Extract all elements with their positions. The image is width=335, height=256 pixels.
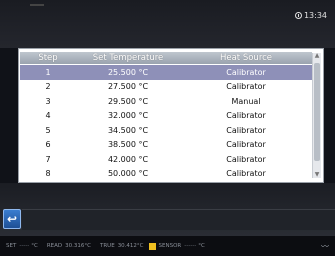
table-row[interactable]: 5 34.500 °C Calibrator — [20, 123, 312, 138]
back-arrow-icon: ↩ — [6, 212, 18, 226]
status-true-label: TRUE — [100, 243, 115, 249]
status-bar: SET ----- °C READ 30.316°C TRUE 30.412°C… — [0, 236, 335, 256]
status-read-value: 30.316°C — [65, 243, 91, 249]
cell-heat-source: Calibrator — [226, 111, 266, 121]
cell-step: 4 — [45, 111, 51, 121]
table-row[interactable]: 3 29.500 °C Manual — [20, 94, 312, 109]
navigation-area: ↩ — [0, 183, 335, 236]
table-header: Step Set Temperature Heat Source — [20, 52, 312, 64]
clock-time: 13:34 — [303, 11, 327, 20]
cell-step: 1 — [45, 67, 51, 77]
sensor-indicator — [148, 242, 156, 250]
clock-icon — [294, 12, 302, 19]
status-set-label: SET — [6, 243, 17, 249]
back-button[interactable]: ↩ — [3, 209, 21, 229]
vertical-scrollbar[interactable]: ▲ ▼ — [312, 53, 321, 178]
cell-heat-source: Calibrator — [226, 82, 266, 92]
top-indicator — [30, 4, 44, 6]
cell-heat-source: Calibrator — [226, 169, 266, 179]
cell-set-temperature: 38.500 °C — [107, 140, 149, 150]
cell-set-temperature: 34.500 °C — [107, 125, 149, 135]
cell-step: 2 — [45, 82, 51, 92]
table-row[interactable]: 7 42.000 °C Calibrator — [20, 152, 312, 167]
column-header-set-temperature[interactable]: Set Temperature — [76, 53, 180, 63]
signal-icon: 〰 — [321, 241, 329, 251]
cell-step: 7 — [45, 154, 51, 164]
cell-step: 3 — [45, 96, 51, 106]
column-header-heat-source[interactable]: Heat Source — [180, 53, 312, 63]
top-bar: 13:34 — [0, 0, 335, 48]
cell-set-temperature: 27.500 °C — [107, 82, 149, 92]
cell-set-temperature: 32.000 °C — [107, 111, 149, 121]
cell-set-temperature: 50.000 °C — [107, 169, 149, 179]
table-row[interactable]: 6 38.500 °C Calibrator — [20, 138, 312, 153]
cell-heat-source: Calibrator — [226, 67, 266, 77]
scroll-up-icon[interactable]: ▲ — [314, 53, 320, 59]
status-set-unit: °C — [31, 243, 38, 249]
status-set-value: ----- — [19, 243, 30, 249]
cell-set-temperature: 29.500 °C — [107, 96, 149, 106]
status-sensor-unit: °C — [198, 243, 205, 249]
cell-heat-source: Manual — [231, 96, 261, 106]
cell-set-temperature: 42.000 °C — [107, 154, 149, 164]
status-sensor-label: SENSOR — [158, 243, 182, 249]
cell-step: 5 — [45, 125, 51, 135]
table-body: 1 25.500 °C Calibrator 2 27.500 °C Calib… — [20, 65, 312, 181]
table-row[interactable]: 2 27.500 °C Calibrator — [20, 80, 312, 95]
status-sensor-value: ------ — [184, 243, 197, 249]
scroll-down-icon[interactable]: ▼ — [314, 172, 320, 178]
cell-heat-source: Calibrator — [226, 125, 266, 135]
table-row[interactable]: 4 32.000 °C Calibrator — [20, 109, 312, 124]
table-row[interactable]: 8 50.000 °C Calibrator — [20, 167, 312, 182]
status-read-label: READ — [46, 243, 63, 249]
app-screen: 13:34 Step Set Temperature Heat Source 1… — [0, 0, 335, 256]
steps-table-panel: Step Set Temperature Heat Source 1 25.50… — [18, 48, 324, 183]
cell-step: 6 — [45, 140, 51, 150]
scroll-thumb[interactable] — [314, 63, 320, 161]
column-header-step[interactable]: Step — [20, 53, 76, 63]
cell-step: 8 — [45, 169, 51, 179]
cell-set-temperature: 25.500 °C — [107, 67, 149, 77]
table-row[interactable]: 1 25.500 °C Calibrator — [20, 65, 312, 80]
cell-heat-source: Calibrator — [226, 154, 266, 164]
nav-strip — [22, 209, 335, 230]
status-true-value: 30.412°C — [117, 243, 144, 249]
cell-heat-source: Calibrator — [226, 140, 266, 150]
clock: 13:34 — [294, 11, 327, 20]
